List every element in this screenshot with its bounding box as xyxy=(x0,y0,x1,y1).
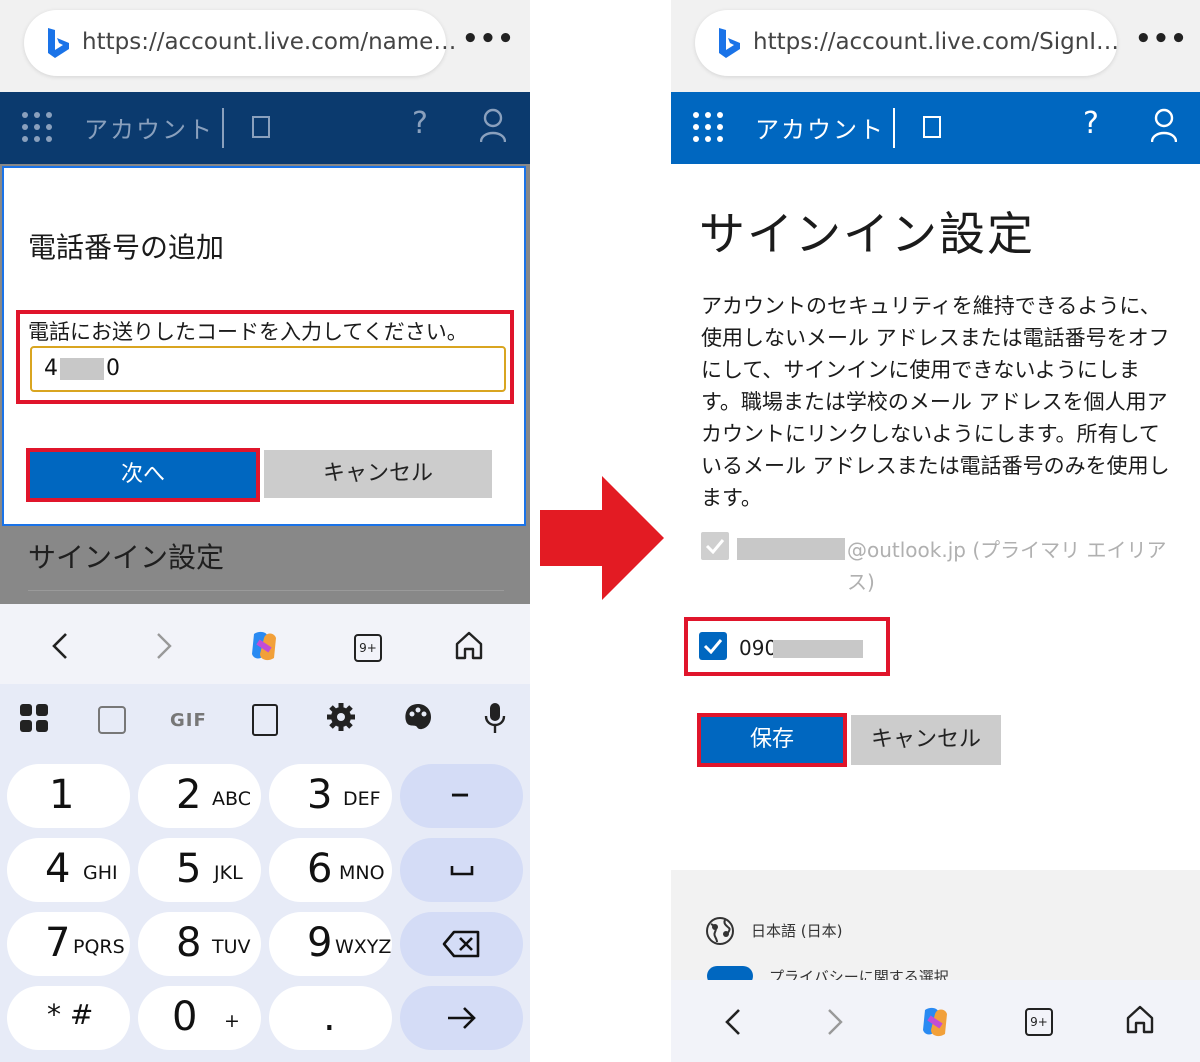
check-icon xyxy=(703,639,723,654)
enter-arrow-icon xyxy=(448,1007,476,1029)
save-button[interactable]: 保存 xyxy=(701,717,843,763)
masked-phone xyxy=(773,640,863,658)
settings-gear-icon[interactable] xyxy=(326,702,356,732)
phone-alias-checkbox[interactable] xyxy=(699,632,727,660)
apps-grid-icon[interactable] xyxy=(20,704,48,732)
url-text: https://account.live.com/name… xyxy=(82,29,457,55)
divider xyxy=(28,590,504,591)
email-alias-checkbox xyxy=(701,532,729,560)
key-3[interactable]: 3 DEF xyxy=(269,764,392,828)
key-1[interactable]: 1 xyxy=(7,764,130,828)
next-step-arrow-icon xyxy=(540,476,664,600)
missing-image-icon xyxy=(923,116,941,138)
left-screenshot: https://account.live.com/name… ••• アカウント… xyxy=(0,0,530,1062)
profile-icon[interactable] xyxy=(480,108,506,144)
key-space[interactable] xyxy=(400,838,523,902)
masked-code xyxy=(60,358,104,380)
key-0[interactable]: 0 + xyxy=(138,986,261,1050)
header-divider xyxy=(893,108,895,148)
key-5[interactable]: 5 JKL xyxy=(138,838,261,902)
theme-palette-icon[interactable] xyxy=(403,702,433,732)
account-header: アカウント ? xyxy=(671,92,1200,164)
add-phone-dialog: 電話番号の追加 電話にお送りしたコードを入力してください。 4 0 次へ キャン… xyxy=(2,166,526,526)
key-star-hash[interactable]: * # xyxy=(7,986,130,1050)
account-header: アカウント ? xyxy=(0,92,530,164)
language-selector[interactable]: 日本語 (日本) xyxy=(751,920,842,941)
back-icon[interactable] xyxy=(723,1008,743,1036)
browser-bar: https://account.live.com/SignI… ••• xyxy=(671,0,1200,92)
email-alias-label: @outlook.jp (プライマリ エイリアス) xyxy=(847,538,1167,594)
next-button[interactable]: 次へ xyxy=(30,452,256,498)
bing-logo-icon xyxy=(719,28,740,58)
address-bar[interactable]: https://account.live.com/SignI… xyxy=(695,10,1120,76)
key-period[interactable]: . xyxy=(269,986,392,1050)
sticker-icon[interactable] xyxy=(98,706,126,734)
app-launcher-icon[interactable] xyxy=(693,112,723,142)
url-text: https://account.live.com/SignI… xyxy=(753,29,1120,55)
cancel-button[interactable]: キャンセル xyxy=(851,715,1001,765)
tabs-count-icon[interactable]: 9+ xyxy=(354,634,382,662)
description: アカウントのセキュリティを維持できるように、使用しないメール アドレスまたは電話… xyxy=(701,294,1170,510)
bing-logo-icon xyxy=(48,28,69,58)
cancel-button[interactable]: キャンセル xyxy=(264,450,492,498)
key-2[interactable]: 2 ABC xyxy=(138,764,261,828)
microphone-icon[interactable] xyxy=(484,702,506,734)
copilot-icon[interactable] xyxy=(917,1004,953,1040)
back-icon[interactable] xyxy=(50,632,70,660)
numeric-keyboard: GIF 1 2 ABC 3 DEF – 4 GHI 5 JKL 6 MNO 7 PQRS 8… xyxy=(0,684,530,1062)
browser-nav-bar: 9+ xyxy=(0,604,530,684)
code-first-digit: 4 xyxy=(44,356,58,381)
page-title: サインイン設定 xyxy=(699,207,1035,261)
missing-image-icon xyxy=(252,116,270,138)
key-4[interactable]: 4 GHI xyxy=(7,838,130,902)
key-9[interactable]: 9 WXYZ xyxy=(269,912,392,976)
gif-button[interactable]: GIF xyxy=(170,710,207,731)
masked-email xyxy=(737,538,845,560)
header-title: アカウント xyxy=(755,116,885,144)
key-enter[interactable] xyxy=(400,986,523,1050)
phone-alias-label: 090 xyxy=(739,636,778,660)
more-menu-icon[interactable]: ••• xyxy=(1135,24,1188,54)
more-menu-icon[interactable]: ••• xyxy=(462,24,515,54)
browser-bar: https://account.live.com/name… ••• xyxy=(0,0,530,92)
home-icon[interactable] xyxy=(1125,1004,1155,1034)
help-icon[interactable]: ? xyxy=(1083,106,1099,141)
forward-icon[interactable] xyxy=(825,1008,845,1036)
help-icon[interactable]: ? xyxy=(412,106,428,141)
home-icon[interactable] xyxy=(454,630,484,660)
app-launcher-icon[interactable] xyxy=(22,112,52,142)
tabs-count-icon[interactable]: 9+ xyxy=(1025,1008,1053,1036)
key-8[interactable]: 8 TUV xyxy=(138,912,261,976)
forward-icon[interactable] xyxy=(154,632,174,660)
browser-nav-bar: 9+ xyxy=(671,980,1200,1062)
globe-icon xyxy=(706,917,734,945)
backspace-icon xyxy=(442,930,480,958)
key-minus[interactable]: – xyxy=(400,764,523,828)
dialog-title: 電話番号の追加 xyxy=(28,231,225,264)
key-7[interactable]: 7 PQRS xyxy=(7,912,130,976)
header-divider xyxy=(222,108,224,148)
copilot-icon[interactable] xyxy=(246,628,282,664)
code-input[interactable]: 4 0 xyxy=(30,346,506,392)
key-backspace[interactable] xyxy=(400,912,523,976)
code-prompt: 電話にお送りしたコードを入力してください。 xyxy=(28,320,468,344)
code-last-digit: 0 xyxy=(106,356,120,381)
profile-icon[interactable] xyxy=(1151,108,1177,144)
space-icon xyxy=(450,866,474,876)
key-6[interactable]: 6 MNO xyxy=(269,838,392,902)
behind-page-title: サインイン設定 xyxy=(28,541,225,574)
right-screenshot: https://account.live.com/SignI… ••• アカウン… xyxy=(671,0,1200,1062)
check-icon xyxy=(705,539,725,554)
clipboard-icon[interactable] xyxy=(252,704,278,736)
address-bar[interactable]: https://account.live.com/name… xyxy=(24,10,456,76)
page-footer: 日本語 (日本) プライバシーに関する選択 xyxy=(671,870,1200,986)
header-title: アカウント xyxy=(84,116,214,144)
